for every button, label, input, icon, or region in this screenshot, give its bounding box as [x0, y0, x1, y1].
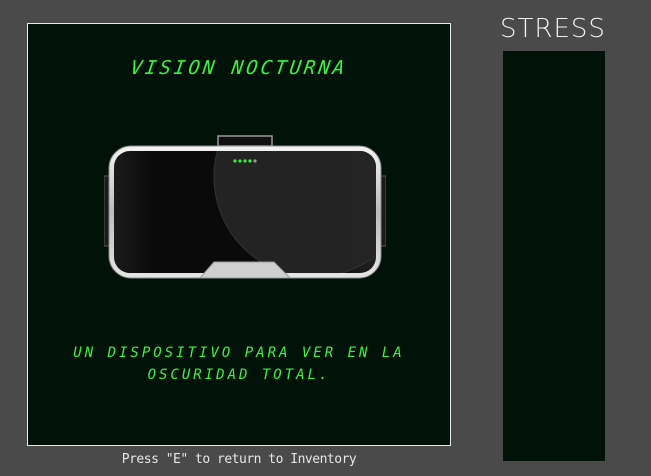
- item-description-line-2: OSCURIDAD TOTAL.: [147, 367, 331, 383]
- item-description-line-1: UN DISPOSITIVO PARA VER EN LA: [73, 345, 405, 361]
- stress-meter: [503, 51, 605, 461]
- return-to-inventory-hint: Press "E" to return to Inventory: [121, 452, 357, 467]
- stress-label: STRESS: [500, 14, 606, 44]
- item-description: UN DISPOSITIVO PARA VER EN LA OSCURIDAD …: [58, 342, 420, 386]
- night-vision-goggles-icon: [104, 135, 386, 279]
- item-detail-panel: VISION NOCTURNA UN DISPOSITIVO PARA VER …: [27, 23, 451, 446]
- item-title: VISION NOCTURNA: [129, 57, 349, 79]
